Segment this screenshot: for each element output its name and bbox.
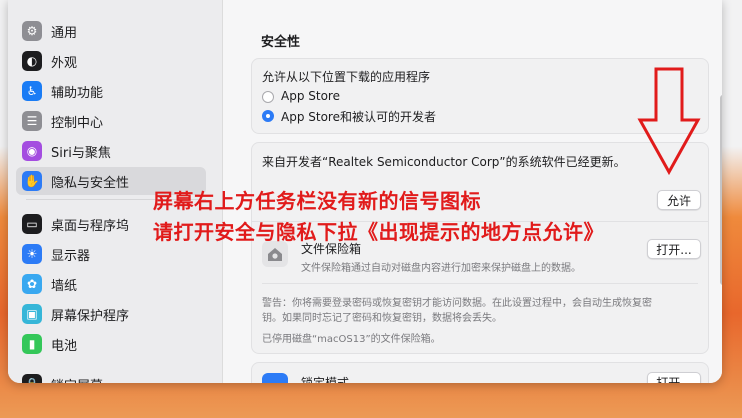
- lockdown-open-button[interactable]: 打开...: [647, 372, 701, 383]
- sidebar-item-label: 通用: [51, 25, 78, 41]
- display-icon: ☀: [22, 244, 42, 264]
- lockdown-hand-icon: [262, 373, 288, 383]
- sidebar-item-0[interactable]: ⚙ 通用: [16, 17, 206, 45]
- annotation-line-1: 屏幕右上方任务栏没有新的信号图标: [153, 189, 481, 213]
- sidebar-item-8[interactable]: ✿ 墙纸: [16, 270, 206, 298]
- sidebar-item-label: 屏幕保护程序: [51, 308, 130, 324]
- sidebar-item-9[interactable]: ▣ 屏幕保护程序: [16, 300, 206, 328]
- sidebar-item-label: 锁定屏幕: [51, 375, 103, 384]
- sidebar-item-label: 电池: [51, 338, 78, 354]
- blocked-software-text: 来自开发者“Realtek Semiconductor Corp”的系统软件已经…: [262, 155, 626, 169]
- sidebar-item-label: 外观: [51, 55, 78, 71]
- lock-screen-icon: 🔒: [22, 374, 42, 383]
- lockdown-title: 锁定模式: [301, 376, 350, 383]
- siri-icon: ◉: [22, 141, 42, 161]
- sidebar-item-label: 辅助功能: [51, 85, 104, 101]
- divider: [262, 283, 698, 284]
- screensaver-icon: ▣: [22, 304, 42, 324]
- sidebar-item-label: Siri与聚焦: [51, 145, 111, 161]
- scrollbar[interactable]: [720, 95, 722, 285]
- accessibility-icon: ♿: [22, 81, 42, 101]
- sidebar-item-4[interactable]: ◉ Siri与聚焦: [16, 137, 206, 165]
- lockdown-card: 锁定模式 打开...: [251, 362, 709, 383]
- allow-apps-label: 允许从以下位置下载的应用程序: [262, 70, 431, 84]
- sidebar-item-11[interactable]: 🔒 锁定屏幕: [16, 370, 206, 383]
- sidebar-item-3[interactable]: ☰ 控制中心: [16, 107, 206, 135]
- filevault-desc: 文件保险箱通过自动对磁盘内容进行加密来保护磁盘上的数据。: [301, 263, 581, 274]
- radio-app-store-identified-label[interactable]: App Store和被认可的开发者: [281, 108, 436, 125]
- dock-icon: ▭: [22, 214, 42, 234]
- warning-line-2: 钥。如果同时忘记了密码和恢复密钥，数据将会丢失。: [262, 313, 502, 324]
- sidebar-item-1[interactable]: ◐ 外观: [16, 47, 206, 75]
- radio-app-store-label[interactable]: App Store: [281, 89, 340, 103]
- appearance-icon: ◐: [22, 51, 42, 71]
- sidebar-item-label: 桌面与程序坞: [51, 218, 130, 234]
- filevault-open-button[interactable]: 打开...: [647, 239, 701, 259]
- privacy-hand-icon: ✋: [22, 171, 42, 191]
- gear-icon: ⚙: [22, 21, 42, 41]
- section-title: 安全性: [261, 35, 301, 50]
- radio-app-store[interactable]: [262, 91, 274, 103]
- sidebar-item-2[interactable]: ♿ 辅助功能: [16, 77, 206, 105]
- sidebar-item-label: 控制中心: [51, 115, 104, 131]
- sidebar-item-label: 墙纸: [51, 278, 78, 294]
- annotation-line-2: 请打开安全与隐私下拉《出现提示的地方点允许》: [153, 220, 604, 244]
- red-down-arrow-icon: [637, 67, 701, 176]
- radio-app-store-identified[interactable]: [262, 110, 274, 122]
- sidebar-item-label: 隐私与安全性: [51, 175, 130, 191]
- warning-line-1: 警告：你将需要登录密码或恢复密钥才能访问数据。在此设置过程中，会自动生成恢复密: [262, 298, 652, 309]
- sidebar-item-label: 显示器: [51, 248, 91, 264]
- sidebar-item-10[interactable]: ▮ 电池: [16, 330, 206, 358]
- wallpaper-icon: ✿: [22, 274, 42, 294]
- control-center-icon: ☰: [22, 111, 42, 131]
- battery-icon: ▮: [22, 334, 42, 354]
- filevault-disabled-text: 已停用磁盘“macOS13”的文件保险箱。: [262, 334, 441, 345]
- allow-button[interactable]: 允许: [657, 190, 701, 210]
